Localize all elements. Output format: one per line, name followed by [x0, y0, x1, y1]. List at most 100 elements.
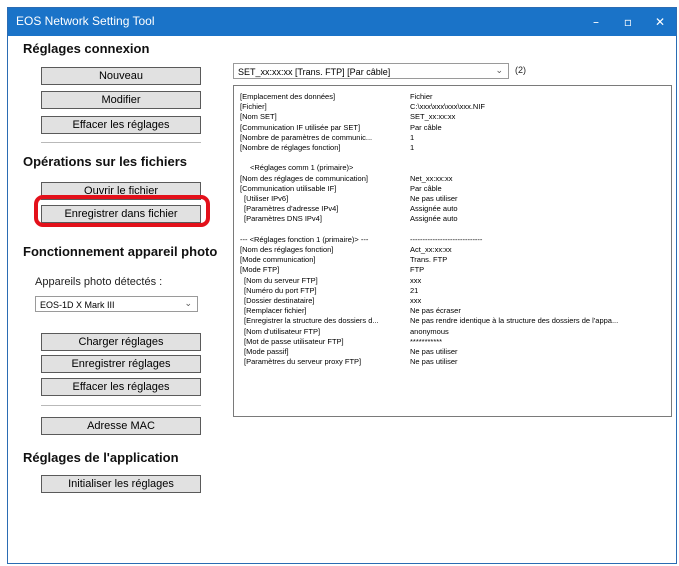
detail-value: -----------------------------: [410, 234, 483, 244]
detail-key: [Mode FTP]: [240, 265, 280, 275]
detail-value: Ne pas utiliser: [410, 194, 458, 203]
set-count: (2): [515, 65, 526, 75]
detail-key: [Paramètres du serveur proxy FTP]: [244, 357, 362, 367]
detail-key: [Nom du serveur FTP]: [244, 275, 318, 285]
detail-key: [Fichier]: [240, 102, 267, 112]
detail-value: Net_xx:xx:xx: [410, 173, 453, 183]
detail-key: <Réglages comm 1 (primaire)>: [250, 163, 354, 173]
detail-value: 1: [410, 143, 415, 152]
set-select-value: SET_xx:xx:xx [Trans. FTP] [Par câble]: [238, 67, 391, 77]
title-bar[interactable]: EOS Network Setting Tool – ▫ ✕: [8, 8, 676, 36]
detail-value: 1: [410, 132, 415, 142]
effacer-reglages-button[interactable]: Effacer les réglages: [41, 378, 201, 396]
detail-key: [Paramètres DNS IPv4]: [244, 214, 322, 224]
detail-row: [Fichier] C:\xxx\xxx\xxx\xxx.NIF: [234, 102, 670, 111]
detail-key: [Nom SET]: [240, 112, 277, 122]
adresse-mac-button[interactable]: Adresse MAC: [41, 417, 201, 435]
section-appareil-title: Fonctionnement appareil photo: [23, 244, 218, 259]
detail-row: [Enregistrer la structure des dossiers d…: [234, 316, 670, 325]
maximize-icon[interactable]: ▫: [612, 8, 644, 36]
detail-key: [Paramètres d'adresse IPv4]: [244, 204, 339, 214]
detail-key: [Enregistrer la structure des dossiers d…: [244, 316, 379, 326]
detail-row: [Emplacement des données] Fichier: [234, 92, 670, 101]
detail-row: [Nom des réglages fonction] Act_xx:xx:xx: [234, 245, 670, 254]
detail-row: [Remplacer fichier] Ne pas écraser: [234, 306, 670, 315]
detail-row: [Paramètres du serveur proxy FTP] Ne pas …: [234, 357, 670, 366]
detail-value: anonymous: [410, 326, 449, 336]
detail-row: [Communication IF utilisée par SET] Par c…: [234, 123, 670, 132]
effacer-button[interactable]: Effacer les réglages: [41, 116, 201, 134]
detail-row: [Paramètres DNS IPv4] Assignée auto: [234, 214, 670, 223]
nouveau-button[interactable]: Nouveau: [41, 67, 201, 85]
highlight-marker: [34, 195, 210, 227]
detail-row: <Réglages comm 1 (primaire)>: [234, 163, 670, 172]
detail-value: Assignée auto: [410, 214, 458, 224]
detail-key: [Communication IF utilisée par SET]: [240, 122, 361, 132]
detail-key: [Dossier destinataire]: [244, 296, 315, 305]
detail-row: [Nom du serveur FTP] xxx: [234, 276, 670, 285]
detail-row: [Communication utilisable IF] Par câble: [234, 184, 670, 193]
section-fichiers-title: Opérations sur les fichiers: [23, 154, 188, 169]
detail-row: [Numéro du port FTP] 21: [234, 286, 670, 295]
detail-row: [Nom d'utilisateur FTP] anonymous: [234, 327, 670, 336]
set-select[interactable]: SET_xx:xx:xx [Trans. FTP] [Par câble] ⌄: [233, 63, 509, 79]
detail-value: FTP: [410, 265, 425, 275]
detail-value: C:\xxx\xxx\xxx\xxx.NIF: [410, 102, 485, 112]
camera-select-value: EOS-1D X Mark III: [40, 300, 115, 310]
detail-key: [Mot de passe utilisateur FTP]: [244, 336, 344, 346]
detail-value: Ne pas écraser: [410, 306, 461, 316]
detail-value: Act_xx:xx:xx: [410, 245, 452, 254]
detail-value: Assignée auto: [410, 204, 458, 214]
detail-row: [Dossier destinataire] xxx: [234, 296, 670, 305]
detail-value: xxx: [410, 296, 422, 305]
settings-detail-box[interactable]: [Emplacement des données] Fichier [Fichier…: [233, 85, 672, 417]
enregistrer-reglages-button[interactable]: Enregistrer réglages: [41, 355, 201, 373]
close-icon[interactable]: ✕: [644, 8, 676, 36]
separator: [41, 405, 201, 406]
detail-row: [Mode FTP] FTP: [234, 265, 670, 274]
detail-key: [Remplacer fichier]: [244, 306, 307, 316]
detail-key: [Nom des réglages fonction]: [240, 245, 334, 254]
chevron-down-icon: ⌄: [495, 65, 503, 75]
detail-row: [Nombre de réglages fonction] 1: [234, 143, 670, 152]
detail-row: [Mode communication] Trans. FTP: [234, 255, 670, 264]
detail-value: Par câble: [410, 183, 442, 193]
detail-row: [234, 153, 670, 162]
detail-row: [Mot de passe utilisateur FTP] **********…: [234, 337, 670, 346]
detail-key: [Nombre de réglages fonction]: [240, 143, 341, 152]
detail-key: [Mode passif]: [244, 347, 289, 356]
modifier-button[interactable]: Modifier: [41, 91, 201, 109]
detail-value: xxx: [410, 275, 422, 285]
detail-value: Fichier: [410, 92, 433, 101]
detail-key: [Mode communication]: [240, 255, 316, 265]
detail-key: [Nom d'utilisateur FTP]: [244, 326, 321, 336]
detail-row: [234, 225, 670, 234]
charger-reglages-button[interactable]: Charger réglages: [41, 333, 201, 351]
camera-select[interactable]: EOS-1D X Mark III ⌄: [35, 296, 198, 312]
detail-row: [Utiliser IPv6] Ne pas utiliser: [234, 194, 670, 203]
detail-key: [Nom des réglages de communication]: [240, 173, 368, 183]
detail-key: [Emplacement des données]: [240, 92, 336, 101]
chevron-down-icon: ⌄: [184, 298, 192, 308]
section-application-title: Réglages de l'application: [23, 450, 179, 465]
window-title: EOS Network Setting Tool: [16, 14, 155, 28]
detail-value: ***********: [410, 336, 443, 346]
detail-value: SET_xx:xx:xx: [410, 112, 456, 122]
detail-key: [Communication utilisable IF]: [240, 183, 337, 193]
detail-key: --- <Réglages fonction 1 (primaire)> ---: [240, 234, 369, 244]
initialiser-button[interactable]: Initialiser les réglages: [41, 475, 201, 493]
minimize-icon[interactable]: –: [580, 8, 612, 36]
detail-row: [Nom SET] SET_xx:xx:xx: [234, 112, 670, 121]
detail-key: [Utiliser IPv6]: [244, 194, 289, 203]
detail-key: [Numéro du port FTP]: [244, 285, 317, 295]
detail-value: 21: [410, 285, 419, 295]
detail-row: [Nombre de paramètres de communic... 1: [234, 133, 670, 142]
detail-value: Ne pas rendre identique à la structure d…: [410, 316, 619, 326]
camera-list-label: Appareils photo détectés :: [35, 276, 163, 288]
detail-row: --- <Réglages fonction 1 (primaire)> ---…: [234, 235, 670, 244]
main-window: EOS Network Setting Tool – ▫ ✕ Réglages …: [7, 7, 677, 564]
detail-row: [Mode passif] Ne pas utiliser: [234, 347, 670, 356]
detail-value: Trans. FTP: [410, 255, 448, 265]
detail-value: Par câble: [410, 122, 442, 132]
detail-value: Ne pas utiliser: [410, 357, 458, 367]
